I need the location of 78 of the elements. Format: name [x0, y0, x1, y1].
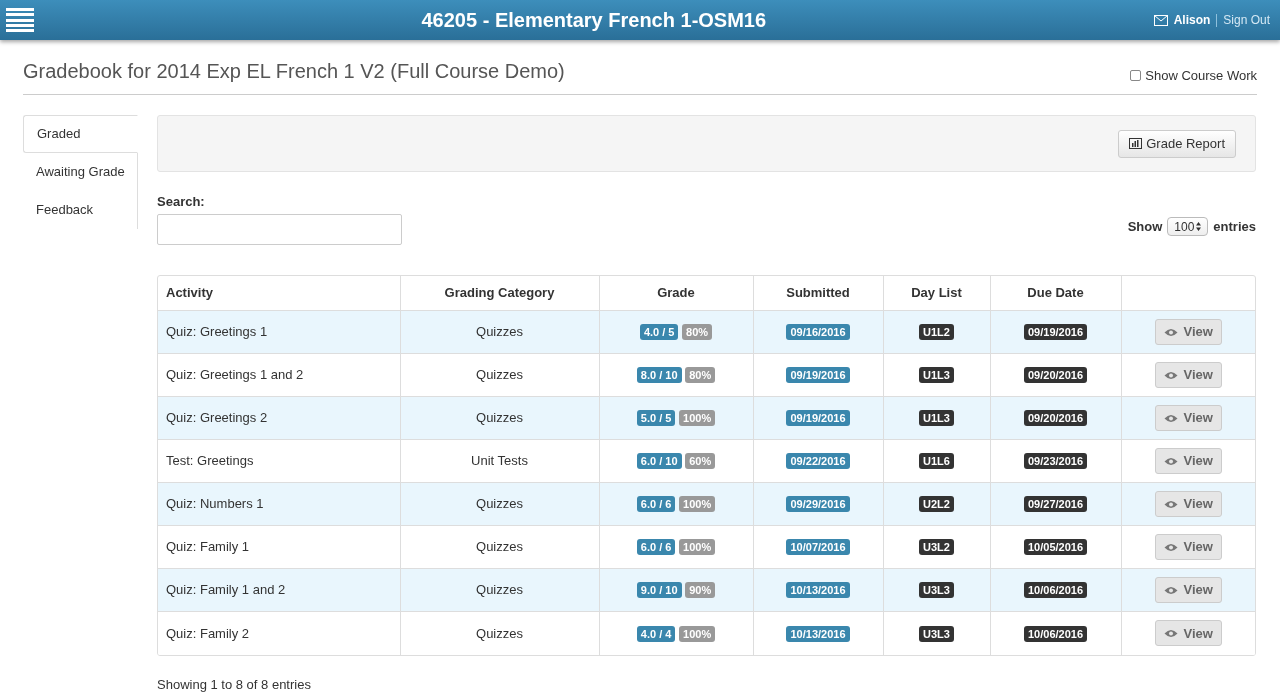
score-badge: 6.0 / 6 — [636, 539, 676, 556]
percent-badge: 100% — [679, 496, 716, 513]
date-badge: 09/22/2016 — [786, 453, 850, 470]
eye-icon — [1163, 327, 1178, 337]
eye-icon — [1163, 413, 1178, 423]
page-size-select[interactable]: 100 — [1167, 217, 1209, 237]
day-list-badge: U1L3 — [919, 410, 954, 427]
percent-badge: 80% — [685, 367, 716, 384]
date-badge: 10/13/2016 — [786, 625, 850, 642]
score-badge: 4.0 / 5 — [639, 324, 679, 341]
user-name[interactable]: Alison — [1173, 11, 1211, 29]
date-badge: 09/19/2016 — [786, 410, 850, 427]
score-badge: 6.0 / 10 — [636, 453, 682, 470]
eye-icon — [1163, 370, 1178, 380]
view-button[interactable]: View — [1154, 362, 1222, 388]
view-button[interactable]: View — [1154, 577, 1222, 603]
grade-report-button[interactable]: Grade Report — [1118, 129, 1236, 158]
date-badge: 09/19/2016 — [786, 367, 850, 384]
date-badge: 09/23/2016 — [1023, 453, 1088, 470]
day-list-badge: U3L3 — [919, 625, 954, 642]
eye-icon — [1163, 499, 1178, 509]
date-badge: 10/06/2016 — [1023, 582, 1088, 599]
eye-icon — [1163, 585, 1178, 595]
bar-chart-icon — [1129, 138, 1143, 149]
view-button[interactable]: View — [1154, 620, 1222, 647]
page-title: Gradebook for 2014 Exp EL French 1 V2 (Full Course Demo) — [23, 59, 565, 84]
date-badge: 09/20/2016 — [1023, 410, 1088, 427]
course-title: 46205 - Elementary French 1-OSM16 — [420, 8, 768, 33]
view-button[interactable]: View — [1154, 534, 1222, 560]
score-badge: 5.0 / 5 — [636, 410, 676, 427]
view-button[interactable]: View — [1154, 405, 1222, 431]
percent-badge: 60% — [685, 453, 716, 470]
percent-badge: 100% — [679, 625, 716, 642]
eye-icon — [1163, 542, 1178, 552]
percent-badge: 100% — [679, 539, 716, 556]
score-badge: 9.0 / 10 — [636, 582, 682, 599]
tab[interactable]: Graded — [23, 115, 138, 153]
show-label: Show — [1127, 218, 1163, 236]
score-badge: 6.0 / 6 — [636, 496, 676, 513]
percent-badge: 80% — [682, 324, 713, 341]
table-cell: Quizzes — [400, 611, 599, 655]
date-badge: 10/13/2016 — [786, 582, 850, 599]
day-list-badge: U1L3 — [919, 367, 954, 384]
percent-badge: 90% — [685, 582, 716, 599]
checkbox-label: Show Course Work — [1145, 66, 1257, 85]
view-button[interactable]: View — [1154, 319, 1222, 345]
tab[interactable]: Awaiting Grade — [23, 153, 137, 191]
eye-icon — [1163, 628, 1178, 638]
date-badge: 09/16/2016 — [786, 324, 850, 341]
envelope-icon[interactable] — [1153, 14, 1168, 26]
day-list-badge: U3L3 — [919, 582, 954, 599]
date-badge: 09/27/2016 — [1023, 496, 1088, 513]
tab[interactable]: Feedback — [23, 191, 137, 229]
search-field[interactable] — [157, 213, 402, 245]
date-badge: 10/05/2016 — [1023, 539, 1088, 556]
day-list-badge: U1L6 — [919, 453, 954, 470]
day-list-badge: U2L2 — [919, 496, 954, 513]
percent-badge: 100% — [679, 410, 716, 427]
view-button[interactable]: View — [1154, 491, 1222, 517]
score-badge: 4.0 / 4 — [636, 625, 676, 642]
view-button[interactable]: View — [1154, 448, 1222, 474]
table-cell: Quiz: Family 2 — [158, 611, 400, 655]
date-badge: 10/07/2016 — [786, 539, 850, 556]
checkbox[interactable] — [1130, 69, 1142, 81]
date-badge: 10/06/2016 — [1023, 625, 1088, 642]
day-list-badge: U3L2 — [919, 539, 954, 556]
menu-icon[interactable] — [6, 8, 34, 32]
sign-out-link[interactable]: Sign Out — [1223, 11, 1270, 29]
date-badge: 09/20/2016 — [1023, 367, 1088, 384]
spinner-icon — [1196, 222, 1202, 232]
day-list-badge: U1L2 — [919, 324, 954, 341]
search-label: Search: — [157, 193, 206, 211]
entries-label: entries — [1213, 218, 1256, 236]
date-badge: 09/29/2016 — [786, 496, 850, 513]
eye-icon — [1163, 456, 1178, 466]
date-badge: 09/19/2016 — [1023, 324, 1088, 341]
score-badge: 8.0 / 10 — [636, 367, 682, 384]
table-info: Showing 1 to 8 of 8 entries — [157, 675, 312, 694]
